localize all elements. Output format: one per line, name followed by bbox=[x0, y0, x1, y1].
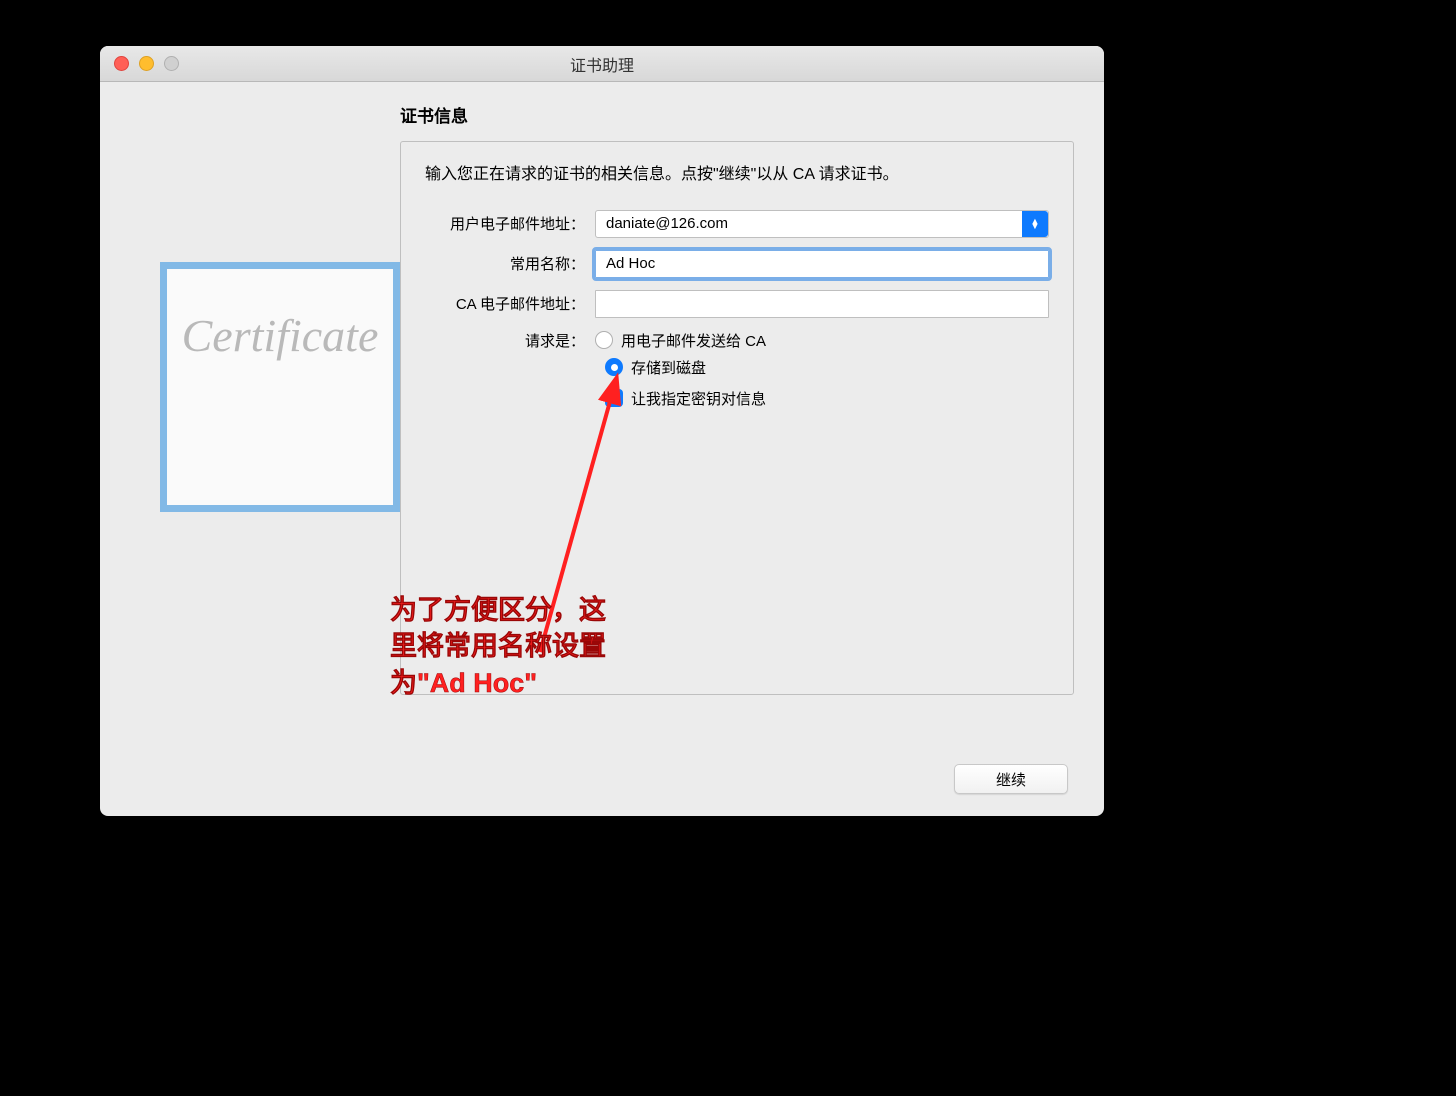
radio-save-to-disk[interactable] bbox=[605, 358, 623, 376]
titlebar: 证书助理 bbox=[100, 46, 1104, 82]
annotation-line2: 里将常用名称设置 bbox=[390, 628, 606, 664]
checkbox-specify-keypair[interactable]: ✓ bbox=[605, 389, 623, 407]
common-name-row: 常用名称： bbox=[425, 250, 1049, 278]
maximize-icon bbox=[164, 56, 179, 71]
request-row: 请求是： 用电子邮件发送给 CA bbox=[425, 330, 1049, 351]
window-controls bbox=[114, 56, 179, 71]
continue-button[interactable]: 继续 bbox=[954, 764, 1068, 794]
specify-keypair-row: ✓ 让我指定密钥对信息 bbox=[605, 388, 1049, 409]
ca-email-input[interactable] bbox=[595, 290, 1049, 318]
common-name-label: 常用名称： bbox=[425, 253, 595, 274]
section-heading: 证书信息 bbox=[400, 102, 1074, 127]
certificate-assistant-window: 证书助理 证书信息 Certificate 输入您正在请求的证书的相关信息。点按… bbox=[100, 46, 1104, 816]
content-area: 证书信息 Certificate 输入您正在请求的证书的相关信息。点按"继续"以… bbox=[100, 82, 1104, 715]
email-combobox[interactable]: daniate@126.com ▲▼ bbox=[595, 210, 1049, 238]
radio-email-to-ca[interactable] bbox=[595, 331, 613, 349]
request-label: 请求是： bbox=[425, 330, 595, 351]
option-email-to-ca-label: 用电子邮件发送给 CA bbox=[621, 330, 766, 351]
save-to-disk-row: 存储到磁盘 bbox=[605, 357, 1049, 378]
option-specify-keypair-label: 让我指定密钥对信息 bbox=[631, 388, 766, 409]
option-save-to-disk-label: 存储到磁盘 bbox=[631, 357, 706, 378]
email-label: 用户电子邮件地址： bbox=[425, 213, 595, 234]
minimize-icon[interactable] bbox=[139, 56, 154, 71]
window-title: 证书助理 bbox=[570, 52, 634, 76]
annotation-line3: 为"Ad Hoc" bbox=[390, 665, 606, 701]
common-name-input[interactable] bbox=[595, 250, 1049, 278]
annotation-line1: 为了方便区分，这 bbox=[390, 592, 606, 628]
certificate-illustration: Certificate bbox=[160, 262, 400, 512]
certificate-script-text: Certificate bbox=[182, 309, 379, 362]
ca-email-row: CA 电子邮件地址： bbox=[425, 290, 1049, 318]
close-icon[interactable] bbox=[114, 56, 129, 71]
instruction-text: 输入您正在请求的证书的相关信息。点按"继续"以从 CA 请求证书。 bbox=[425, 162, 1049, 188]
annotation-text: 为了方便区分，这 里将常用名称设置 为"Ad Hoc" bbox=[390, 592, 606, 701]
dropdown-icon[interactable]: ▲▼ bbox=[1022, 211, 1048, 237]
email-row: 用户电子邮件地址： daniate@126.com ▲▼ bbox=[425, 210, 1049, 238]
ca-email-label: CA 电子邮件地址： bbox=[425, 293, 595, 314]
email-value: daniate@126.com bbox=[596, 215, 1022, 232]
